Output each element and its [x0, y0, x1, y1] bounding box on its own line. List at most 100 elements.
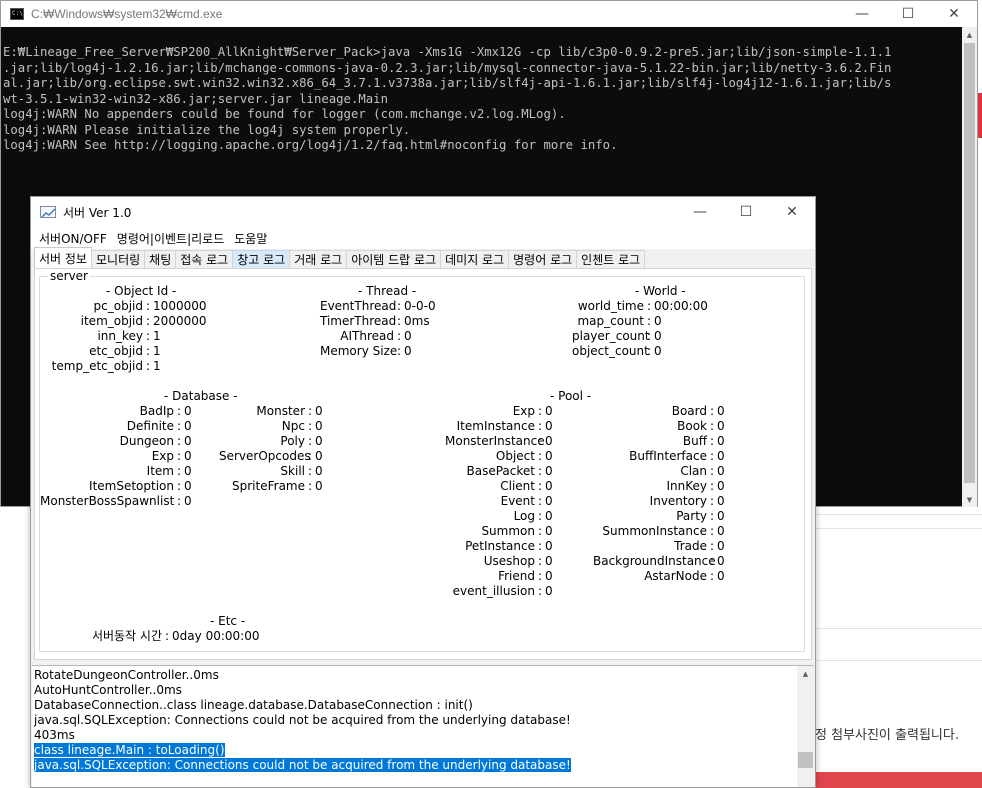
stat-separator: : — [397, 329, 402, 343]
cmd-scroll-thumb[interactable] — [964, 43, 975, 483]
stat-separator: : — [538, 494, 543, 508]
server-maximize-button[interactable]: ☐ — [723, 197, 769, 227]
stat-separator: : — [710, 554, 715, 568]
stat-separator: : — [710, 494, 715, 508]
server-minimize-button[interactable]: — — [677, 197, 723, 227]
stat-row: Clan:0 — [593, 464, 725, 479]
tab-damage-log[interactable]: 데미지 로그 — [440, 250, 510, 268]
stat-value: 0 — [184, 494, 192, 508]
stat-separator: : — [710, 539, 715, 553]
tab-item-drop-log[interactable]: 아이템 드랍 로그 — [346, 250, 442, 268]
cmd-console-output[interactable]: E:₩Lineage_Free_Server₩SP200_AllKnight₩S… — [3, 45, 963, 154]
stat-key: world_time — [577, 299, 644, 313]
stat-separator: : — [308, 419, 313, 433]
tab-server-info[interactable]: 서버 정보 — [34, 247, 92, 268]
log-line-text: class lineage.Main : toLoading() — [34, 743, 225, 757]
stat-key: temp_etc_objid — [51, 359, 143, 373]
etc-title: - Etc - — [210, 614, 246, 628]
stat-separator: : — [647, 344, 652, 358]
scroll-up-icon[interactable]: ▲ — [962, 27, 977, 42]
stat-separator: : — [647, 299, 652, 313]
stat-row: BadIp:0 — [40, 404, 192, 419]
stat-row: Useshop:0 — [445, 554, 553, 569]
stat-separator: : — [710, 434, 715, 448]
stat-key: Definite — [126, 419, 174, 433]
tab-warehouse-log[interactable]: 창고 로그 — [232, 250, 291, 268]
stat-value: 0ms — [404, 314, 430, 328]
stat-row: Exp:0 — [445, 404, 553, 419]
menu-help[interactable]: 도움말 — [230, 230, 271, 247]
stat-key: SpriteFrame — [232, 479, 305, 493]
stat-value: 0 — [717, 494, 725, 508]
tab-trade-log[interactable]: 거래 로그 — [289, 250, 348, 268]
cmd-scrollbar[interactable]: ▲ ▼ — [962, 27, 977, 507]
background-red-button[interactable] — [815, 772, 982, 788]
stat-row: InnKey:0 — [593, 479, 724, 494]
stat-key: Memory Size — [320, 344, 398, 358]
stat-value: 0-0-0 — [404, 299, 436, 313]
stat-key: AIThread — [340, 329, 394, 343]
tab-enchant-log[interactable]: 인첸트 로그 — [576, 250, 646, 268]
stat-value: 0 — [315, 449, 323, 463]
chart-icon — [40, 206, 56, 218]
log-line: DatabaseConnection..class lineage.databa… — [34, 698, 571, 713]
server-group-box: server - Object Id - pc_objid:1000000 ite… — [39, 269, 805, 652]
console-line: E:₩Lineage_Free_Server₩SP200_AllKnight₩S… — [3, 45, 892, 59]
stat-key: Exp — [151, 449, 174, 463]
object-id-list: pc_objid:1000000 item_objid:2000000 inn_ke… — [40, 299, 207, 374]
scroll-up-icon[interactable]: ▲ — [797, 666, 814, 681]
stat-row: Exp:0 — [40, 449, 192, 464]
stat-value: 0 — [717, 419, 725, 433]
stat-separator: : — [538, 419, 543, 433]
log-scrollbar[interactable]: ▲ — [797, 666, 814, 787]
menu-server-onoff[interactable]: 서버ON/OFF — [35, 230, 111, 247]
stat-value: 00:00:00 — [654, 299, 708, 313]
stat-row: Event:0 — [445, 494, 553, 509]
cmd-minimize-button[interactable]: — — [839, 1, 885, 27]
stat-separator: : — [710, 569, 715, 583]
stat-separator: : — [177, 479, 182, 493]
stat-separator: : — [538, 479, 543, 493]
tab-command-log[interactable]: 명령어 로그 — [508, 250, 578, 268]
stat-separator: : — [538, 464, 543, 478]
stat-row: Party:0 — [593, 509, 724, 524]
tab-chat[interactable]: 채팅 — [144, 250, 177, 268]
server-group-label: server — [48, 269, 90, 283]
stat-separator: : — [538, 524, 543, 538]
stat-value: 0 — [545, 494, 553, 508]
cmd-close-button[interactable]: ✕ — [931, 1, 977, 27]
stat-separator: : — [647, 314, 652, 328]
scroll-down-icon[interactable]: ▼ — [962, 492, 977, 507]
server-close-button[interactable]: ✕ — [769, 197, 815, 227]
stat-key: Event — [500, 494, 535, 508]
stat-row: Memory Size:0 — [320, 344, 436, 359]
stat-row: inn_key:1 — [40, 329, 207, 344]
cmd-window-title: C:₩Windows₩system32₩cmd.exe — [31, 7, 223, 21]
tab-monitoring[interactable]: 모니터링 — [90, 250, 146, 268]
stat-value: 0 — [184, 404, 192, 418]
stat-row: temp_etc_objid:1 — [40, 359, 207, 374]
stat-key: Trade — [674, 539, 707, 553]
stat-value: 0day 00:00:00 — [172, 629, 260, 643]
background-divider — [815, 628, 982, 629]
log-scroll-thumb[interactable] — [798, 752, 813, 768]
world-list: world_time:00:00:00 map_count:0 player_cou… — [572, 299, 708, 359]
stat-value: 0 — [717, 569, 725, 583]
cmd-titlebar[interactable]: C:₩Windows₩system32₩cmd.exe — ☐ ✕ — [1, 1, 977, 27]
log-line-text: AutoHuntController..0ms — [34, 683, 182, 697]
stat-separator: : — [146, 299, 151, 313]
stat-key: Dungeon — [119, 434, 174, 448]
stat-separator: : — [538, 509, 543, 523]
tab-connect-log[interactable]: 접속 로그 — [175, 250, 234, 268]
server-titlebar[interactable]: 서버 Ver 1.0 — ☐ ✕ — [31, 197, 815, 227]
stat-value: 0 — [717, 524, 725, 538]
server-log-output[interactable]: RotateDungeonController..0ms AutoHuntCont… — [32, 665, 814, 787]
stat-value: 0 — [654, 344, 662, 358]
stat-separator: : — [308, 449, 313, 463]
stat-value: 0 — [717, 464, 725, 478]
console-line: wt-3.5.1-win32-win32-x86.jar;server.jar … — [3, 91, 388, 106]
stat-value: 0 — [184, 479, 192, 493]
menu-command-event-reload[interactable]: 명령어|이벤트|리로드 — [113, 230, 228, 247]
stat-key: MonsterInstance — [445, 434, 545, 448]
cmd-maximize-button[interactable]: ☐ — [885, 1, 931, 27]
